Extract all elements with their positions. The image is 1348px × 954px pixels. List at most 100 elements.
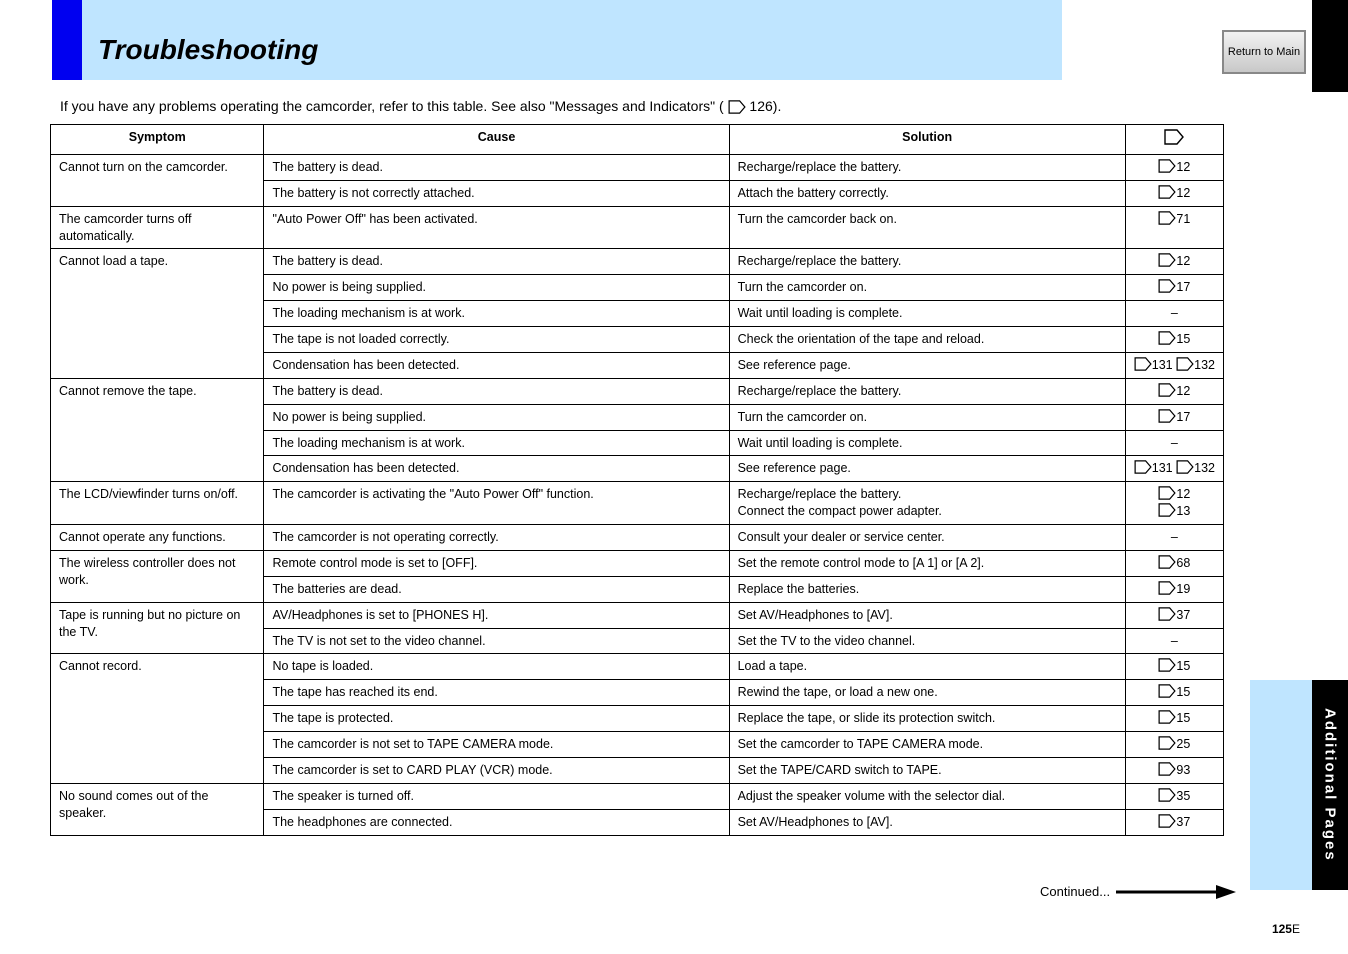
page-ref-icon (728, 98, 746, 114)
troubleshooting-table: Symptom Cause Solution Cannot turn on th… (50, 124, 1224, 836)
page-ref: 37 (1158, 608, 1190, 622)
banner-accent (52, 0, 82, 80)
intro-text: If you have any problems operating the c… (60, 98, 1220, 114)
solution-cell: Replace the batteries. (729, 576, 1125, 602)
top-corner-tab (1312, 0, 1348, 92)
page-ref: 13 (1134, 503, 1215, 520)
cause-cell: The battery is dead. (264, 249, 729, 275)
page-number: 125E (1272, 922, 1300, 936)
solution-cell: Recharge/replace the battery. (729, 378, 1125, 404)
solution-cell: Rewind the tape, or load a new one. (729, 680, 1125, 706)
cause-cell: No power is being supplied. (264, 404, 729, 430)
symptom-cell: The wireless controller does not work. (51, 550, 264, 602)
page-ref-cell: 12 (1125, 154, 1223, 180)
symptom-cell: The camcorder turns off automatically. (51, 206, 264, 249)
page-ref: 17 (1158, 280, 1190, 294)
table-row: Cannot load a tape.The battery is dead.R… (51, 249, 1224, 275)
page-number-suffix: E (1292, 922, 1300, 936)
symptom-cell: Cannot load a tape. (51, 249, 264, 378)
solution-cell: Set the TV to the video channel. (729, 628, 1125, 654)
cause-cell: The battery is not correctly attached. (264, 180, 729, 206)
cause-cell: The tape is protected. (264, 706, 729, 732)
cause-cell: The loading mechanism is at work. (264, 430, 729, 456)
symptom-cell: Cannot record. (51, 654, 264, 783)
cause-cell: The tape is not loaded correctly. (264, 327, 729, 353)
intro-page-number: 126 (749, 98, 772, 114)
intro-prefix: If you have any problems operating the c… (60, 98, 724, 114)
continued-indicator: Continued... (1040, 884, 1236, 899)
return-to-main-button[interactable]: Return to Main (1222, 30, 1306, 74)
table-row: Cannot record.No tape is loaded.Load a t… (51, 654, 1224, 680)
page-ref-cell: 131 132 (1125, 352, 1223, 378)
page-ref: 25 (1158, 737, 1190, 751)
cause-cell: Condensation has been detected. (264, 352, 729, 378)
solution-cell: Check the orientation of the tape and re… (729, 327, 1125, 353)
page-ref-cell: 71 (1125, 206, 1223, 249)
cause-cell: The headphones are connected. (264, 809, 729, 835)
cause-cell: The battery is dead. (264, 378, 729, 404)
continued-label: Continued... (1040, 884, 1110, 899)
page-ref: 15 (1158, 659, 1190, 673)
th-solution: Solution (729, 125, 1125, 155)
page-ref-cell: 68 (1125, 550, 1223, 576)
cause-cell: The loading mechanism is at work. (264, 301, 729, 327)
page-number-value: 125 (1272, 922, 1292, 936)
cause-cell: The camcorder is activating the "Auto Po… (264, 482, 729, 525)
solution-cell: Consult your dealer or service center. (729, 525, 1125, 551)
page-ref-cell: 12 (1125, 180, 1223, 206)
page-ref: 19 (1158, 582, 1190, 596)
cause-cell: AV/Headphones is set to [PHONES H]. (264, 602, 729, 628)
page-ref-cell: 12 (1125, 249, 1223, 275)
page-ref-cell: 15 (1125, 680, 1223, 706)
page-ref: 17 (1158, 410, 1190, 424)
table-header-row: Symptom Cause Solution (51, 125, 1224, 155)
symptom-cell: Cannot operate any functions. (51, 525, 264, 551)
solution-cell: See reference page. (729, 456, 1125, 482)
cause-cell: The TV is not set to the video channel. (264, 628, 729, 654)
table-row: Tape is running but no picture on the TV… (51, 602, 1224, 628)
page-ref-cell: 15 (1125, 706, 1223, 732)
page-ref-cell: 93 (1125, 757, 1223, 783)
page-ref: 131 (1134, 358, 1173, 372)
page-ref: 15 (1158, 711, 1190, 725)
cause-cell: No tape is loaded. (264, 654, 729, 680)
return-to-main-label: Return to Main (1228, 46, 1300, 58)
solution-cell: Set AV/Headphones to [AV]. (729, 602, 1125, 628)
symptom-cell: The LCD/viewfinder turns on/off. (51, 482, 264, 525)
th-page-icon (1125, 125, 1223, 155)
solution-cell: Wait until loading is complete. (729, 430, 1125, 456)
table-row: No sound comes out of the speaker.The sp… (51, 783, 1224, 809)
solution-cell: Set AV/Headphones to [AV]. (729, 809, 1125, 835)
table-row: The wireless controller does not work.Re… (51, 550, 1224, 576)
page-ref: 12 (1158, 384, 1190, 398)
page-ref-cell: 1213 (1125, 482, 1223, 525)
solution-cell: Turn the camcorder on. (729, 275, 1125, 301)
cause-cell: The battery is dead. (264, 154, 729, 180)
solution-cell: Load a tape. (729, 654, 1125, 680)
solution-cell: See reference page. (729, 352, 1125, 378)
page-title: Troubleshooting (98, 34, 318, 65)
page-ref-cell: 37 (1125, 602, 1223, 628)
solution-cell: Turn the camcorder back on. (729, 206, 1125, 249)
solution-cell: Recharge/replace the battery. (729, 249, 1125, 275)
page-ref-cell: – (1125, 430, 1223, 456)
page-ref: 15 (1158, 685, 1190, 699)
page-ref: 15 (1158, 332, 1190, 346)
cause-cell: The camcorder is not set to TAPE CAMERA … (264, 732, 729, 758)
page-ref: 12 (1158, 254, 1190, 268)
page-ref: 132 (1176, 358, 1215, 372)
page-ref-cell: 25 (1125, 732, 1223, 758)
page-ref: 132 (1176, 461, 1215, 475)
solution-cell: Adjust the speaker volume with the selec… (729, 783, 1125, 809)
page-ref: 35 (1158, 789, 1190, 803)
cause-cell: "Auto Power Off" has been activated. (264, 206, 729, 249)
page-ref: 37 (1158, 815, 1190, 829)
cause-cell: Condensation has been detected. (264, 456, 729, 482)
table-row: Cannot remove the tape.The battery is de… (51, 378, 1224, 404)
page-ref-cell: 17 (1125, 275, 1223, 301)
th-cause: Cause (264, 125, 729, 155)
page-ref-cell: – (1125, 628, 1223, 654)
cause-cell: The tape has reached its end. (264, 680, 729, 706)
table-row: The camcorder turns off automatically."A… (51, 206, 1224, 249)
symptom-cell: Cannot turn on the camcorder. (51, 154, 264, 206)
